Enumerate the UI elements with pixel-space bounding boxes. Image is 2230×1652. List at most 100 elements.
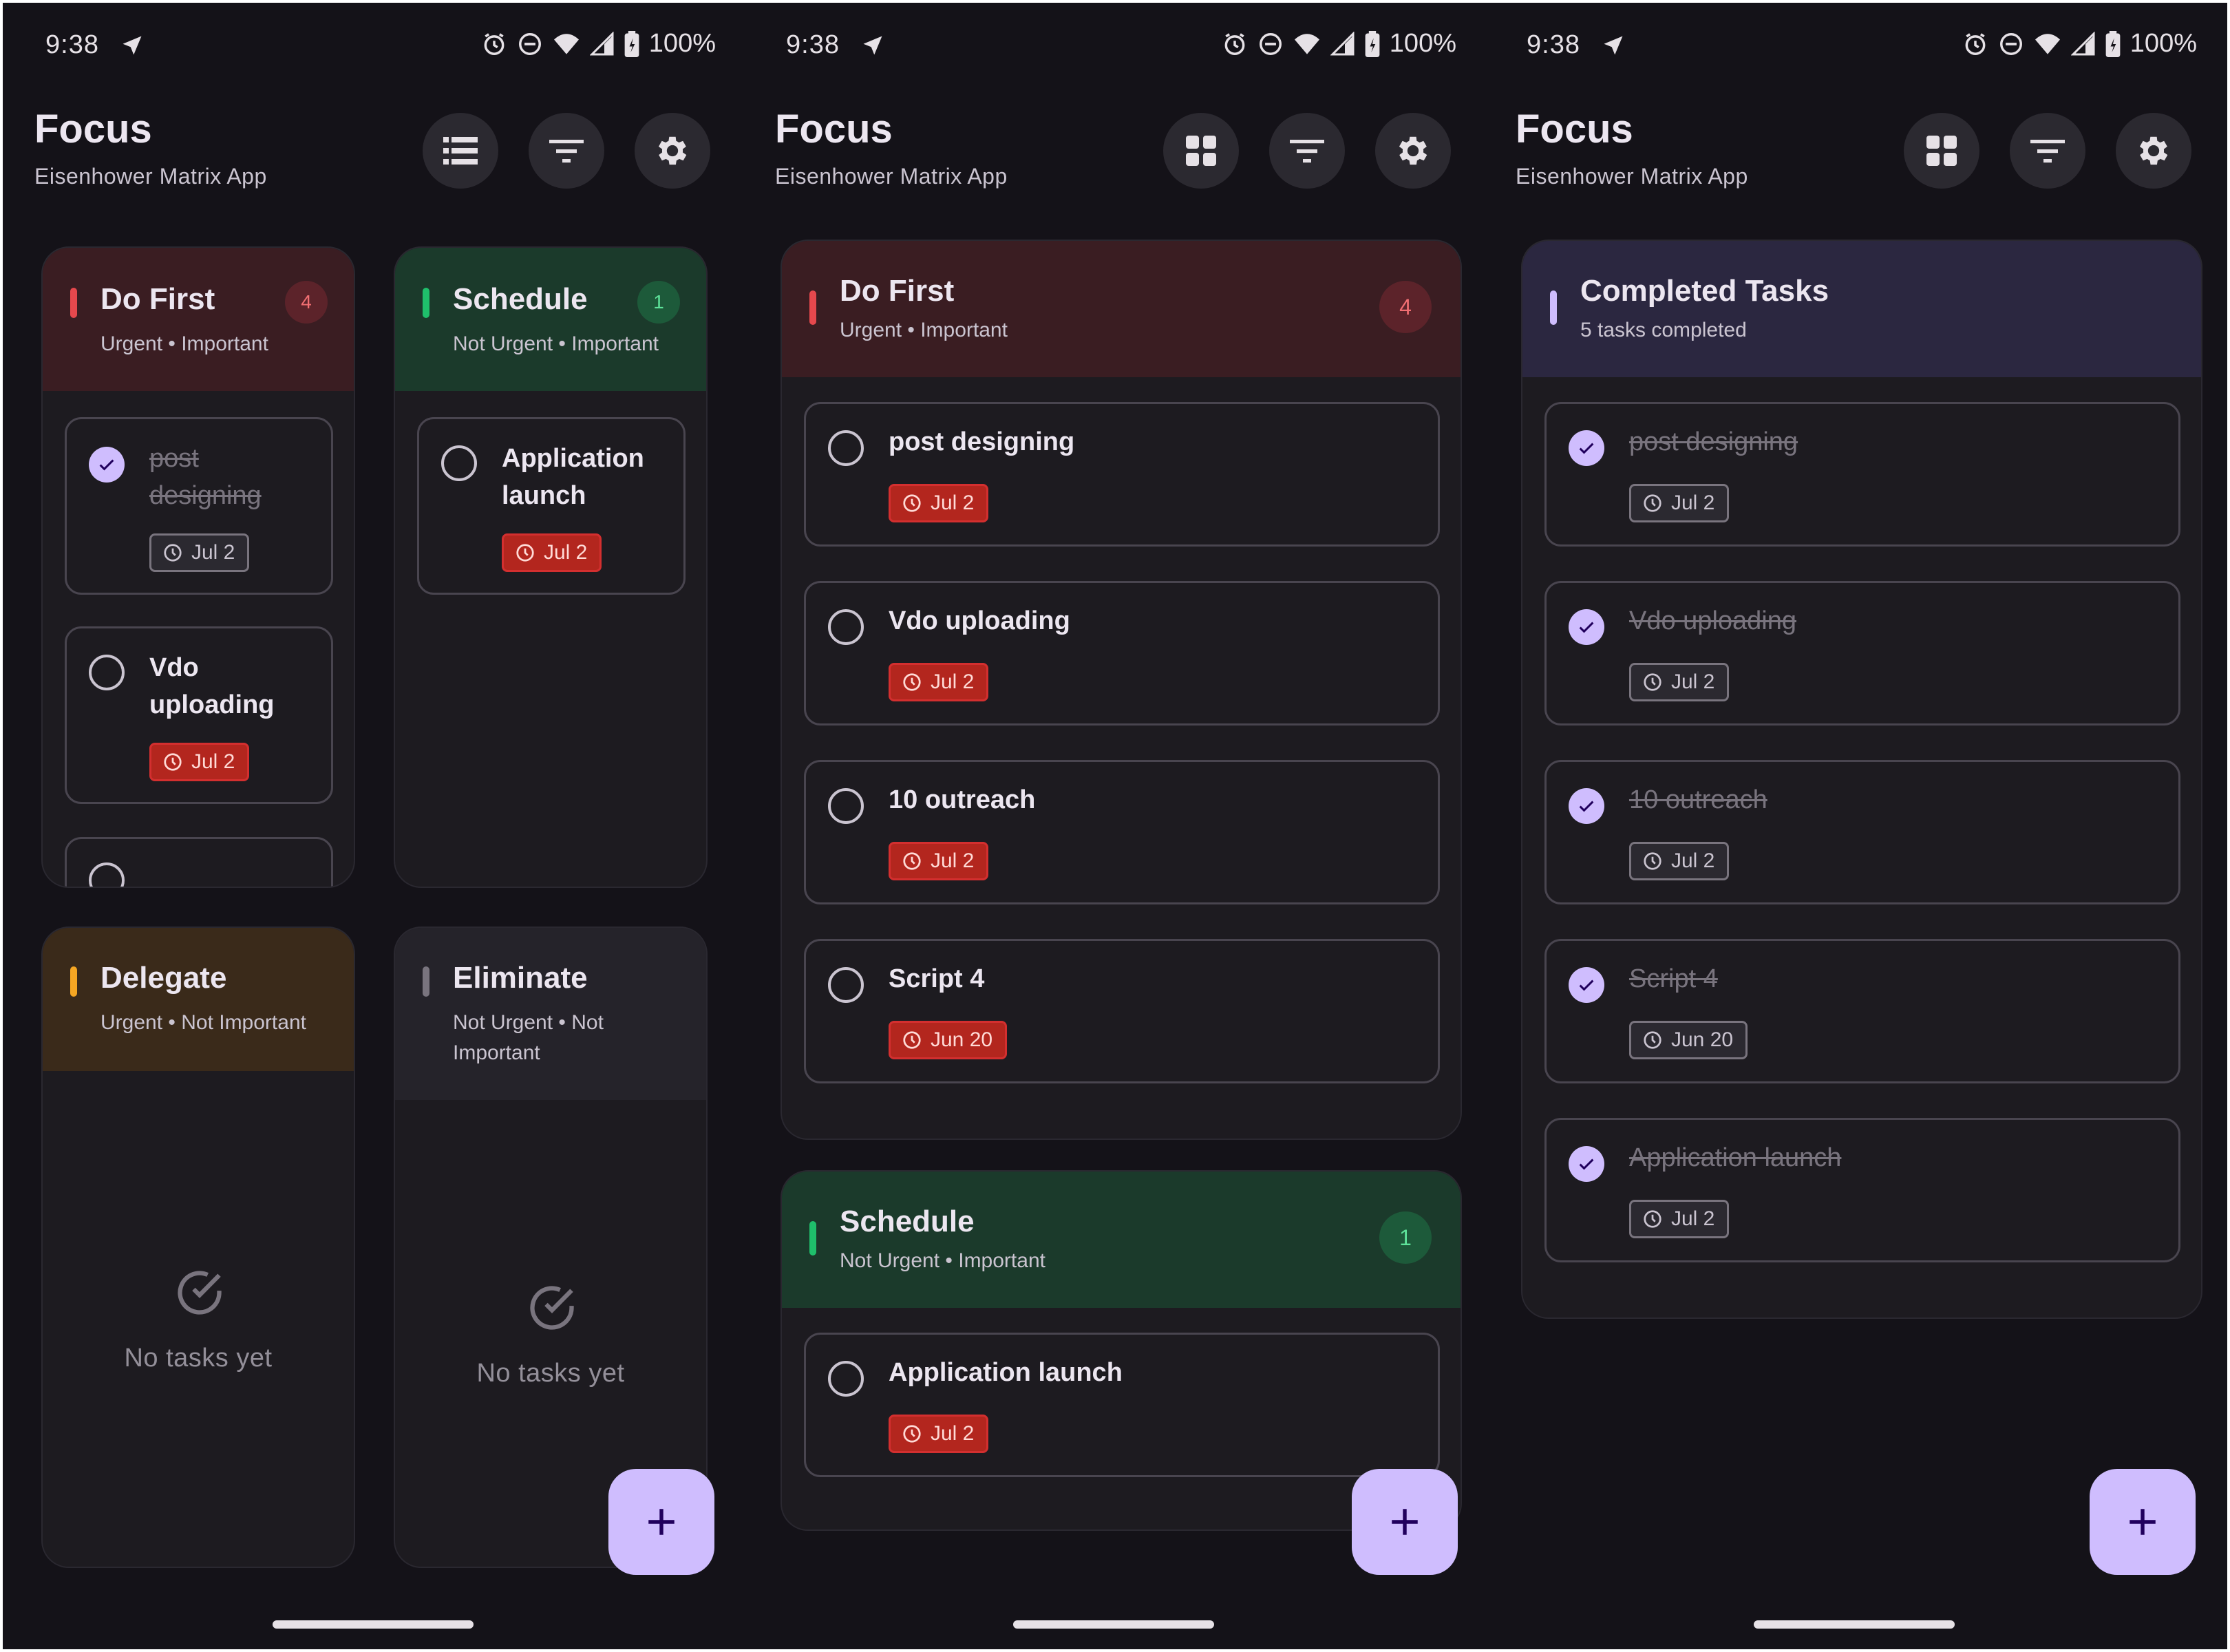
due-date-chip: Jul 2 (1629, 842, 1730, 880)
due-date-chip: Jul 2 (889, 484, 989, 522)
completed-task-card[interactable]: Vdo uploading Jul 2 (1544, 581, 2180, 726)
quadrant-subtitle: Not Urgent • Not Important (453, 1011, 604, 1064)
section-title: Completed Tasks (1580, 274, 1829, 308)
app-title: Focus (775, 107, 893, 151)
task-name: Script 4 (1629, 964, 1718, 993)
add-task-button[interactable] (1352, 1469, 1458, 1575)
task-checkbox[interactable] (828, 609, 864, 645)
grid-view-screen: 9:38 100% Focus Eisenhower Matrix App Do… (3, 3, 743, 1649)
task-checkbox[interactable] (89, 655, 125, 690)
task-name: post designing (889, 427, 1075, 456)
gear-icon (658, 136, 687, 165)
app-title: Focus (1516, 107, 1633, 151)
due-date: Jul 2 (931, 849, 975, 872)
home-indicator[interactable] (1754, 1620, 1955, 1629)
settings-button[interactable] (2116, 113, 2191, 189)
clock-icon (903, 1031, 921, 1049)
due-date: Jul 2 (1671, 1207, 1715, 1230)
completed-task-card[interactable]: Application launch Jul 2 (1544, 1118, 2180, 1262)
task-name: Vdo uploading (1629, 606, 1796, 635)
completed-task-card[interactable]: 10 outreach Jul 2 (1544, 760, 2180, 904)
task-count-badge: 4 (1379, 281, 1432, 333)
task-card[interactable]: post designing Jul 2 (65, 417, 333, 595)
priority-bar (70, 288, 77, 318)
section-title: Do First (840, 274, 955, 308)
filter-button[interactable] (2010, 113, 2085, 189)
due-date: Jul 2 (931, 670, 975, 693)
status-bar: 9:38 100% (3, 3, 743, 85)
status-bar: 9:38 100% (1484, 3, 2224, 85)
due-date-chip: Jul 2 (889, 842, 989, 880)
section-header: Schedule Not Urgent • Important 1 (782, 1172, 1461, 1308)
check-icon (1579, 622, 1594, 633)
clock-icon (903, 673, 921, 691)
add-task-button[interactable] (608, 1469, 714, 1575)
screenshot-frame: 9:38 100% Focus Eisenhower Matrix App Do… (3, 3, 2227, 1649)
task-card[interactable]: Vdo uploading Jul 2 (804, 581, 1440, 726)
add-task-button[interactable] (2090, 1469, 2196, 1575)
task-card[interactable]: Script 4 Jun 20 (804, 939, 1440, 1083)
check-circle-icon (178, 1271, 222, 1315)
completed-checkbox[interactable] (1569, 609, 1604, 645)
gear-icon (1399, 136, 1427, 165)
status-time: 9:38 (786, 30, 840, 59)
filter-icon (2030, 140, 2065, 163)
due-date: Jul 2 (191, 541, 235, 564)
section-do-first: Do First Urgent • Important 4 post desig… (780, 240, 1462, 1140)
filter-button[interactable] (1269, 113, 1345, 189)
home-indicator[interactable] (273, 1620, 474, 1629)
settings-button[interactable] (1375, 113, 1451, 189)
clock-icon (903, 1425, 921, 1443)
task-card[interactable]: Vdo uploading Jul 2 (65, 626, 333, 804)
signal-icon (2070, 31, 2095, 55)
task-checkbox[interactable] (828, 430, 864, 466)
completed-checkbox[interactable] (1569, 967, 1604, 1003)
grid-view-button[interactable] (1163, 113, 1239, 189)
filter-icon (549, 140, 584, 163)
signal-icon (1330, 31, 1355, 55)
filter-button[interactable] (529, 113, 604, 189)
task-card[interactable]: Application launch Jul 2 (804, 1333, 1440, 1477)
task-checkbox[interactable] (441, 445, 477, 481)
status-time: 9:38 (45, 30, 99, 59)
due-date-chip: Jul 2 (149, 533, 250, 572)
task-card[interactable]: Application launch Jul 2 (417, 417, 686, 595)
alarm-icon (484, 32, 505, 55)
check-icon (1579, 1158, 1594, 1170)
completed-checkbox[interactable] (1569, 430, 1604, 466)
plus-icon (648, 1509, 675, 1535)
priority-bar (809, 290, 816, 325)
task-card[interactable]: 10 outreach Jul 2 (804, 760, 1440, 904)
check-icon (1579, 979, 1594, 991)
task-card[interactable]: post designing Jul 2 (804, 402, 1440, 547)
due-date: Jul 2 (931, 1422, 975, 1445)
filter-icon (1290, 140, 1324, 163)
completed-task-card[interactable]: post designing Jul 2 (1544, 402, 2180, 547)
do-not-disturb-icon (1259, 32, 1282, 55)
task-checkbox[interactable] (828, 788, 864, 824)
home-indicator[interactable] (1013, 1620, 1214, 1629)
check-circle-icon (530, 1286, 574, 1330)
list-view-button[interactable] (423, 113, 498, 189)
due-date-chip: Jul 2 (502, 533, 602, 572)
completed-checkbox[interactable] (1569, 1146, 1604, 1182)
due-date-chip: Jul 2 (1629, 484, 1730, 522)
grid-view-button[interactable] (1904, 113, 1979, 189)
priority-bar (809, 1221, 816, 1256)
completed-task-card[interactable]: Script 4 Jun 20 (1544, 939, 2180, 1083)
task-checkbox[interactable] (828, 1361, 864, 1397)
task-checkbox[interactable] (828, 967, 864, 1003)
battery-percent: 100% (648, 29, 716, 58)
task-card-partial[interactable] (65, 837, 333, 887)
section-subtitle: 5 tasks completed (1580, 319, 1747, 341)
clock-icon (164, 544, 182, 562)
task-checkbox[interactable] (89, 862, 125, 887)
battery-icon (2105, 30, 2121, 57)
settings-button[interactable] (635, 113, 710, 189)
section-subtitle: Not Urgent • Important (840, 1249, 1045, 1272)
completed-checkbox[interactable] (89, 447, 125, 483)
section-subtitle: Urgent • Important (840, 319, 1008, 341)
grid-icon (1186, 136, 1216, 166)
quadrant-subtitle: Urgent • Important (100, 332, 268, 355)
completed-checkbox[interactable] (1569, 788, 1604, 824)
